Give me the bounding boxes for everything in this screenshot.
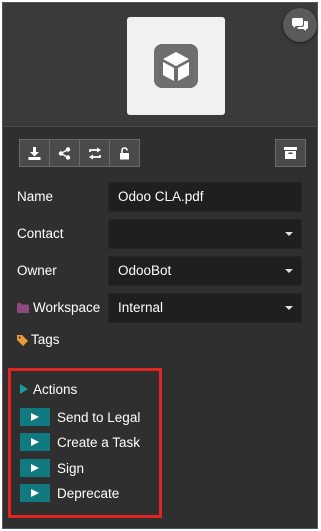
tags-label: Tags: [31, 332, 60, 347]
owner-row: Owner OdooBot: [17, 256, 307, 286]
tags-label-group[interactable]: Tags: [17, 325, 60, 355]
action-label: Create a Task: [57, 434, 141, 450]
comments-icon: [292, 18, 308, 31]
play-icon: [31, 438, 39, 446]
actions-highlight-box: Actions Send to Legal Create a Task Sign…: [8, 368, 162, 518]
share-icon: [58, 146, 71, 160]
document-toolbar: [19, 139, 140, 167]
action-create-a-task[interactable]: Create a Task: [20, 433, 140, 451]
workspace-value: Internal: [118, 300, 164, 315]
archive-icon: [284, 147, 297, 159]
name-input[interactable]: Odoo CLA.pdf: [108, 182, 302, 212]
workspace-row: Workspace Internal: [17, 293, 307, 323]
contact-label: Contact: [17, 226, 64, 241]
contact-select[interactable]: [108, 219, 302, 249]
tag-icon: [17, 334, 28, 346]
share-button[interactable]: [49, 139, 80, 167]
owner-select[interactable]: OdooBot: [108, 256, 302, 286]
play-icon: [31, 413, 39, 421]
workspace-select[interactable]: Internal: [108, 293, 302, 323]
play-button[interactable]: [20, 408, 50, 426]
chat-button[interactable]: [283, 8, 317, 42]
action-deprecate[interactable]: Deprecate: [20, 484, 119, 502]
actions-title: Actions: [33, 381, 78, 397]
action-label: Sign: [57, 460, 85, 476]
play-icon: [31, 464, 39, 472]
tags-row: Tags: [17, 325, 307, 355]
workspace-label-group: Workspace: [17, 293, 100, 323]
folder-icon: [17, 303, 29, 313]
actions-header[interactable]: Actions: [20, 380, 77, 398]
document-inspector-panel: Name Odoo CLA.pdf Contact Owner OdooBot …: [2, 2, 318, 529]
play-button[interactable]: [20, 433, 50, 451]
lock-button[interactable]: [109, 139, 140, 167]
name-label: Name: [17, 189, 54, 204]
action-sign[interactable]: Sign: [20, 459, 84, 477]
contact-row: Contact: [17, 219, 307, 249]
play-button[interactable]: [20, 459, 50, 477]
name-row: Name Odoo CLA.pdf: [17, 182, 307, 212]
play-button[interactable]: [20, 484, 50, 502]
chevron-down-icon: [285, 306, 293, 310]
download-icon: [28, 146, 41, 160]
unlock-icon: [120, 146, 129, 159]
workspace-label: Workspace: [33, 300, 101, 315]
owner-value: OdooBot: [118, 263, 172, 278]
box-icon: [154, 44, 198, 88]
download-button[interactable]: [19, 139, 50, 167]
document-thumbnail[interactable]: [127, 17, 225, 115]
caret-right-icon: [20, 384, 28, 394]
replace-button[interactable]: [79, 139, 110, 167]
replace-icon: [88, 147, 101, 159]
owner-label: Owner: [17, 263, 57, 278]
chevron-down-icon: [285, 269, 293, 273]
chevron-down-icon: [285, 232, 293, 236]
action-label: Send to Legal: [57, 409, 141, 425]
play-icon: [31, 489, 39, 497]
action-label: Deprecate: [57, 485, 120, 501]
archive-button[interactable]: [275, 139, 306, 167]
action-send-to-legal[interactable]: Send to Legal: [20, 408, 140, 426]
document-preview: [3, 3, 317, 127]
